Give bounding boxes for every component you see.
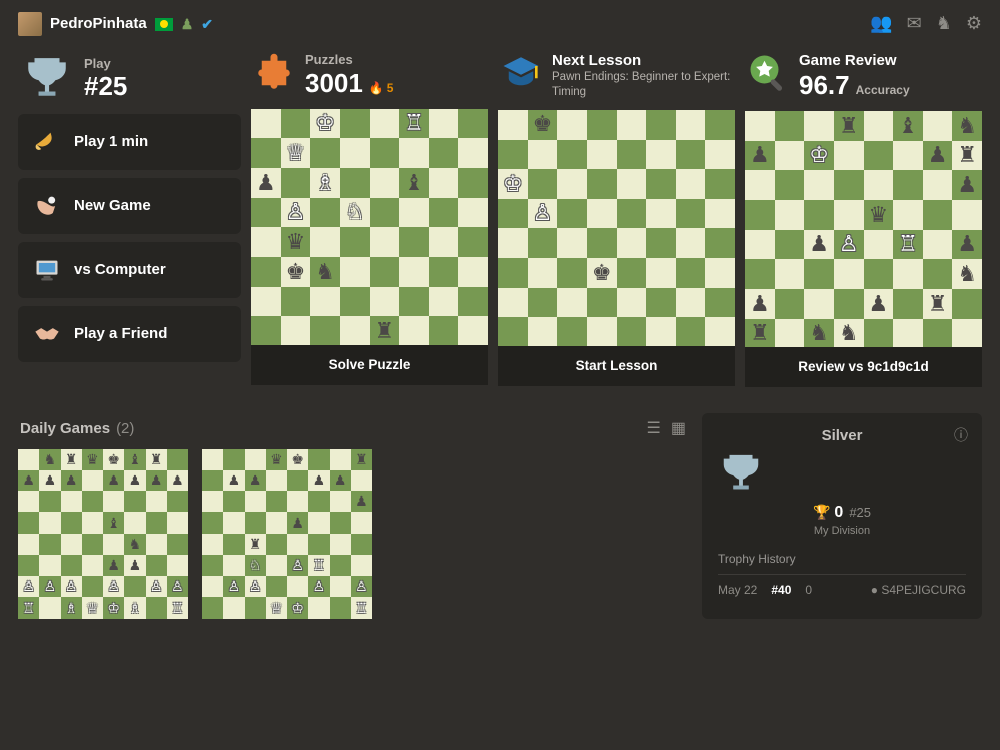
silver-trophy-icon	[718, 451, 966, 497]
hand-pawn-icon	[32, 191, 62, 221]
review-board[interactable]: ♜♝♞♟♔♟♜♟♛♟♙♖♟♞♟♟♜♜♞♞	[745, 111, 982, 348]
league-name: Silver	[718, 427, 966, 445]
new-game-button[interactable]: New Game	[18, 178, 241, 234]
username: PedroPinhata	[50, 15, 147, 33]
daily-games-title: Daily Games(2)	[20, 420, 134, 438]
vs-computer-button[interactable]: vs Computer	[18, 242, 241, 298]
messages-icon[interactable]: ✉	[907, 13, 922, 35]
sidebar-item-label: Play 1 min	[74, 133, 148, 151]
trophy-history-label: Trophy History	[718, 552, 966, 566]
bullet-icon	[32, 127, 62, 157]
computer-icon	[32, 255, 62, 285]
streak-badge: 🔥 5	[369, 81, 394, 95]
league-trophy-icon	[22, 54, 72, 104]
league-panel: ⓘ Silver 🏆0#25 My Division Trophy Histor…	[702, 413, 982, 618]
gold-trophy-icon: 🏆	[813, 504, 830, 520]
avatar	[18, 12, 42, 36]
handshake-icon	[32, 319, 62, 349]
review-game-button[interactable]: Review vs 9c1d9c1d	[745, 347, 982, 387]
solve-puzzle-button[interactable]: Solve Puzzle	[251, 345, 488, 385]
play-header: Play #25	[18, 48, 241, 114]
history-row[interactable]: May 22 #40 0 ● S4PEJIGCURG	[718, 583, 966, 597]
friends-icon[interactable]: 👥	[870, 13, 892, 35]
play-friend-button[interactable]: Play a Friend	[18, 306, 241, 362]
history-change: 0	[805, 583, 812, 597]
history-rank: #40	[771, 583, 791, 597]
puzzle-board[interactable]: ♔♖♕♟♗♝♙♘♛♚♞♜	[251, 109, 488, 346]
sidebar-item-label: New Game	[74, 197, 151, 215]
trophy-count: 0	[834, 504, 843, 521]
daily-count: (2)	[116, 420, 134, 437]
puzzle-rating: 3001	[305, 68, 363, 98]
history-date: May 22	[718, 583, 757, 597]
review-accuracy-value: 96.7	[799, 70, 850, 100]
play-label: Play	[84, 56, 127, 72]
graduation-cap-icon	[500, 52, 542, 94]
puzzles-card: Puzzles 3001 🔥 5 ♔♖♕♟♗♝♙♘♛♚♞♜ Solve Puzzl…	[251, 48, 488, 387]
daily-game-board-2[interactable]: ♛♚♜♟♟♟♟♟♟♜♘♙♖♙♙♙♙♕♔♖	[202, 449, 372, 619]
play-rank: #25	[84, 71, 127, 102]
lesson-card: Next Lesson Pawn Endings: Beginner to Ex…	[498, 48, 735, 387]
start-lesson-button[interactable]: Start Lesson	[498, 346, 735, 386]
sidebar-item-label: Play a Friend	[74, 325, 167, 343]
verified-icon: ✔	[201, 16, 213, 33]
lesson-subtitle: Pawn Endings: Beginner to Expert: Timing	[552, 70, 733, 100]
lesson-board[interactable]: ♚♔♙♚	[498, 110, 735, 347]
sidebar-item-label: vs Computer	[74, 261, 166, 279]
play-1min-button[interactable]: Play 1 min	[18, 114, 241, 170]
daily-game-board-1[interactable]: ♞♜♛♚♝♜♟♟♟♟♟♟♟♝♞♟♟♙♙♙♙♙♙♖♗♕♔♗♖	[18, 449, 188, 619]
puzzle-piece-icon	[253, 52, 295, 94]
review-card: Game Review 96.7 Accuracy ♜♝♞♟♔♟♜♟♛♟♙♖♟♞♟…	[745, 48, 982, 387]
history-opponent: S4PEJIGCURG	[881, 583, 966, 597]
user-profile[interactable]: PedroPinhata ♟ ✔	[18, 12, 213, 36]
magnifying-star-icon	[747, 52, 789, 94]
accuracy-label: Accuracy	[856, 83, 910, 97]
settings-icon[interactable]: ⚙	[966, 13, 982, 35]
flag-brazil-icon	[155, 18, 173, 31]
knight-link-icon[interactable]: ♞	[936, 13, 952, 35]
info-icon[interactable]: ⓘ	[954, 427, 968, 444]
my-division-link[interactable]: My Division	[718, 525, 966, 538]
league-rank: #25	[849, 505, 871, 520]
list-view-icon[interactable]: ☰	[647, 419, 661, 438]
lesson-title: Next Lesson	[552, 52, 733, 70]
puzzles-label: Puzzles	[305, 52, 393, 68]
grid-view-icon[interactable]: ▦	[671, 419, 686, 438]
membership-pawn-icon: ♟	[181, 16, 194, 33]
review-title: Game Review	[799, 52, 910, 70]
